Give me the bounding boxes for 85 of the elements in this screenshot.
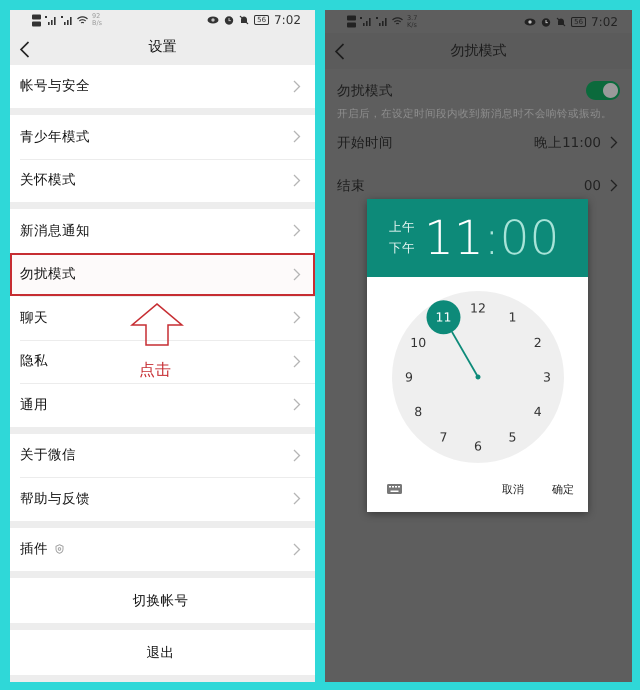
clock-number[interactable]: 9: [404, 370, 412, 384]
item-label: 插件: [20, 540, 48, 558]
am-pm-option[interactable]: 下午: [389, 240, 415, 257]
item-label: 聊天: [20, 308, 48, 327]
setting-label: 勿扰模式: [337, 82, 393, 100]
chevron-icon: [293, 224, 301, 238]
settings-item[interactable]: 通用: [10, 383, 315, 426]
arrow-up-icon: [130, 303, 184, 346]
item-label: 帐号与安全: [20, 77, 90, 96]
time-separator: :: [484, 214, 500, 262]
signal-icon: [61, 16, 73, 25]
clock-number[interactable]: 5: [508, 429, 516, 444]
clock-number[interactable]: 4: [533, 404, 542, 419]
shield-icon: [55, 544, 64, 554]
action-button[interactable]: 退出: [10, 630, 315, 675]
wifi-icon: [392, 17, 403, 26]
chevron-icon: [610, 179, 618, 192]
item-label: 关于微信: [20, 446, 76, 464]
chevron-icon: [293, 130, 301, 144]
dialog-button[interactable]: 确定: [552, 480, 574, 498]
dialog-button[interactable]: 取消: [502, 480, 524, 498]
bell-off-icon: [239, 15, 250, 26]
setting-label: 开始时间: [337, 134, 393, 152]
keyboard-icon[interactable]: [387, 484, 402, 494]
setting-value: 00: [584, 178, 601, 194]
setting-label: 结束: [337, 176, 365, 194]
clock-number[interactable]: 10: [410, 335, 426, 350]
settings-item[interactable]: 勿扰模式: [10, 252, 315, 296]
hour-selector: [426, 300, 460, 334]
item-label: 隐私: [20, 352, 48, 370]
signal-icon: [376, 17, 388, 26]
chevron-icon: [293, 311, 301, 324]
clock-number[interactable]: 1: [508, 310, 516, 325]
chevron-icon: [293, 398, 301, 412]
settings-item[interactable]: 帐号与安全: [10, 64, 315, 108]
alarm-icon: [541, 16, 552, 26]
item-label: 新消息通知: [20, 222, 90, 240]
chevron-icon: [293, 542, 301, 556]
sim-icon: [347, 15, 356, 28]
action-button[interactable]: 切换帐号: [10, 578, 315, 623]
wifi-icon: [77, 16, 88, 25]
clock-number[interactable]: 8: [414, 404, 422, 419]
back-icon[interactable]: [19, 40, 30, 58]
settings-item[interactable]: 关怀模式: [10, 158, 315, 202]
clock-time: 7:02: [591, 14, 618, 28]
toggle-switch[interactable]: [586, 81, 620, 100]
clock-number[interactable]: 3: [542, 370, 550, 384]
am-pm-option[interactable]: 上午: [389, 219, 415, 236]
annotation-label: 点击: [139, 360, 171, 381]
alarm-icon: [224, 15, 234, 26]
signal-icon: [360, 17, 372, 26]
settings-item[interactable]: 关于微信: [10, 434, 315, 477]
item-label: 关怀模式: [20, 171, 76, 190]
settings-item[interactable]: 聊天: [10, 296, 315, 340]
clock-hand: [450, 332, 480, 380]
clock-number[interactable]: 11: [435, 310, 451, 325]
setting-value: 晚上11:00: [534, 134, 601, 152]
bell-off-icon: [556, 16, 566, 26]
clock-number[interactable]: 2: [533, 335, 542, 350]
settings-item[interactable]: 新消息通知: [10, 209, 315, 252]
sim-icon: [32, 14, 41, 27]
item-label: 勿扰模式: [20, 265, 76, 284]
screen-title: 勿扰模式: [450, 42, 506, 60]
chevron-icon: [293, 80, 301, 93]
chevron-icon: [293, 492, 301, 506]
chevron-icon: [610, 136, 618, 149]
eye-icon: [524, 18, 536, 26]
item-label: 青少年模式: [20, 128, 90, 146]
chevron-icon: [293, 354, 301, 368]
clock-time: 7:02: [274, 13, 301, 28]
settings-item[interactable]: 青少年模式: [10, 115, 315, 158]
hour-display[interactable]: 11: [424, 214, 484, 262]
item-label: 帮助与反馈: [20, 490, 90, 508]
settings-item[interactable]: 插件: [10, 528, 315, 571]
clock-number[interactable]: 6: [474, 438, 482, 454]
signal-icon: [45, 16, 57, 25]
eye-icon: [207, 16, 220, 24]
chevron-icon: [293, 268, 301, 281]
chevron-icon: [293, 174, 301, 187]
clock-number[interactable]: 7: [439, 429, 447, 444]
item-label: 通用: [20, 396, 48, 414]
screen-title: 设置: [148, 38, 176, 56]
settings-item[interactable]: 帮助与反馈: [10, 477, 315, 520]
chevron-icon: [293, 448, 301, 462]
clock-number[interactable]: 12: [470, 300, 486, 316]
